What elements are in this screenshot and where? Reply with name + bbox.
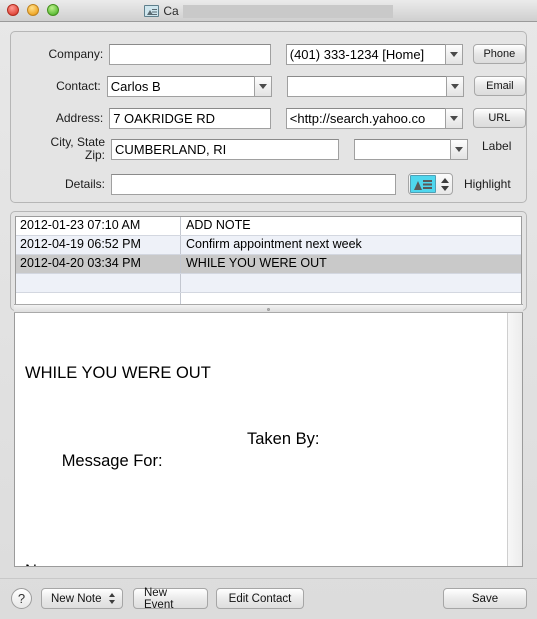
phone-input[interactable]: (401) 333-1234 [Home]: [285, 43, 445, 65]
form-row-details: Details: Highlight: [11, 173, 526, 195]
edit-contact-button[interactable]: Edit Contact: [216, 588, 304, 609]
contact-card-icon: [410, 175, 436, 193]
table-row[interactable]: [16, 274, 521, 293]
url-combo[interactable]: <http://search.yahoo.co: [285, 107, 463, 129]
label-dropdown-button[interactable]: [450, 139, 468, 160]
city-state-zip-label-line2: Zip:: [84, 148, 105, 162]
note-heading: WHILE YOU WERE OUT: [25, 364, 211, 382]
contact-fields-group: Company: (401) 333-1234 [Home] Phone Con…: [10, 31, 527, 203]
email-dropdown-button[interactable]: [445, 75, 464, 97]
url-input[interactable]: <http://search.yahoo.co: [285, 107, 445, 129]
chevron-down-icon: [455, 147, 463, 152]
new-note-popup-button[interactable]: New Note: [41, 588, 123, 609]
new-note-label: New Note: [51, 592, 102, 605]
form-row-address: Address: 7 OAKRIDGE RD <http://search.ya…: [11, 107, 526, 129]
company-input[interactable]: [109, 43, 271, 65]
table-row[interactable]: 2012-01-23 07:10 AM ADD NOTE: [16, 217, 521, 236]
company-label: Company:: [48, 47, 104, 61]
note-date: 2012-01-23 07:10 AM: [16, 217, 181, 235]
label-text: Label: [482, 139, 512, 153]
contact-dropdown-button[interactable]: [253, 75, 272, 97]
bottom-toolbar: ? New Note New Event Edit Contact Save: [0, 578, 537, 619]
stepper-arrows[interactable]: [109, 593, 115, 604]
chevron-down-icon: [258, 83, 267, 89]
close-button[interactable]: [7, 4, 19, 16]
city-state-zip-label: City, State Zip:: [23, 136, 105, 162]
save-button[interactable]: Save: [443, 588, 527, 609]
details-input[interactable]: [111, 173, 396, 195]
table-row-selected[interactable]: 2012-04-20 03:34 PM WHILE YOU WERE OUT: [16, 255, 521, 274]
address-label: Address:: [55, 111, 104, 125]
help-button[interactable]: ?: [11, 588, 32, 609]
table-row[interactable]: 2012-04-19 06:52 PM Confirm appointment …: [16, 236, 521, 255]
zoom-button[interactable]: [47, 4, 59, 16]
minimize-button[interactable]: [27, 4, 39, 16]
message-for-row: Message For: Taken By:: [25, 428, 506, 470]
splitter-grip[interactable]: [267, 308, 270, 311]
highlight-stepper[interactable]: [408, 173, 453, 195]
message-for-label: Message For:: [61, 452, 163, 470]
chevron-down-icon: [449, 115, 458, 121]
window-title: Ca: [163, 4, 179, 18]
phone-dropdown-button[interactable]: [444, 43, 463, 65]
chevron-down-icon: [449, 51, 458, 57]
splitter-bar[interactable]: [14, 304, 523, 313]
taken-by-label: Taken By:: [247, 430, 320, 448]
label-input[interactable]: [354, 139, 450, 160]
chevron-up-icon[interactable]: [109, 593, 115, 597]
form-row-city: City, State Zip: CUMBERLAND, RI Label: [11, 136, 526, 162]
window-controls: [7, 4, 59, 16]
address-input[interactable]: 7 OAKRIDGE RD: [109, 107, 271, 129]
notes-list-panel: 2012-01-23 07:10 AM ADD NOTE 2012-04-19 …: [10, 211, 527, 311]
chevron-up-icon[interactable]: [440, 177, 449, 183]
note-title: WHILE YOU WERE OUT: [186, 256, 327, 270]
email-input[interactable]: [286, 75, 446, 97]
note-body-text[interactable]: WHILE YOU WERE OUT Message For: Taken By…: [25, 318, 506, 566]
note-date: [16, 274, 181, 292]
form-row-company: Company: (401) 333-1234 [Home] Phone: [11, 43, 526, 65]
phone-button[interactable]: Phone: [472, 44, 526, 64]
contact-note-window: Ca Company: (401) 333-1234 [Home] Phone …: [0, 0, 537, 619]
stepper-arrows[interactable]: [438, 175, 451, 193]
new-event-button[interactable]: New Event: [133, 587, 208, 611]
form-row-contact: Contact: Carlos B Email: [11, 75, 526, 97]
url-button[interactable]: URL: [472, 108, 526, 128]
name-label: Name:: [25, 560, 506, 566]
email-combo[interactable]: [286, 75, 464, 97]
phone-combo[interactable]: (401) 333-1234 [Home]: [285, 43, 463, 65]
note-title: [181, 274, 521, 292]
notes-table[interactable]: 2012-01-23 07:10 AM ADD NOTE 2012-04-19 …: [15, 216, 522, 306]
contact-label: Contact:: [56, 79, 101, 93]
contact-combo[interactable]: Carlos B: [106, 75, 272, 97]
note-date: 2012-04-20 03:34 PM: [16, 255, 181, 273]
note-title: Confirm appointment next week: [186, 237, 362, 251]
note-body-editor[interactable]: WHILE YOU WERE OUT Message For: Taken By…: [14, 313, 523, 567]
vertical-scrollbar[interactable]: [507, 313, 522, 566]
title-redacted-region: [182, 4, 393, 18]
details-label: Details:: [64, 177, 105, 191]
contact-card-icon: [144, 5, 160, 17]
title-center: Ca: [0, 0, 537, 22]
contact-input[interactable]: Carlos B: [106, 75, 254, 97]
highlight-text: Highlight: [464, 177, 511, 191]
note-date: 2012-04-19 06:52 PM: [16, 236, 181, 254]
city-state-zip-input[interactable]: CUMBERLAND, RI: [111, 139, 339, 160]
label-combo[interactable]: [354, 139, 468, 160]
title-bar: Ca: [0, 0, 537, 22]
chevron-down-icon[interactable]: [440, 185, 449, 191]
note-title: ADD NOTE: [186, 218, 251, 232]
url-dropdown-button[interactable]: [444, 107, 463, 129]
chevron-down-icon: [450, 83, 459, 89]
email-button[interactable]: Email: [473, 76, 526, 96]
chevron-down-icon[interactable]: [109, 600, 115, 604]
